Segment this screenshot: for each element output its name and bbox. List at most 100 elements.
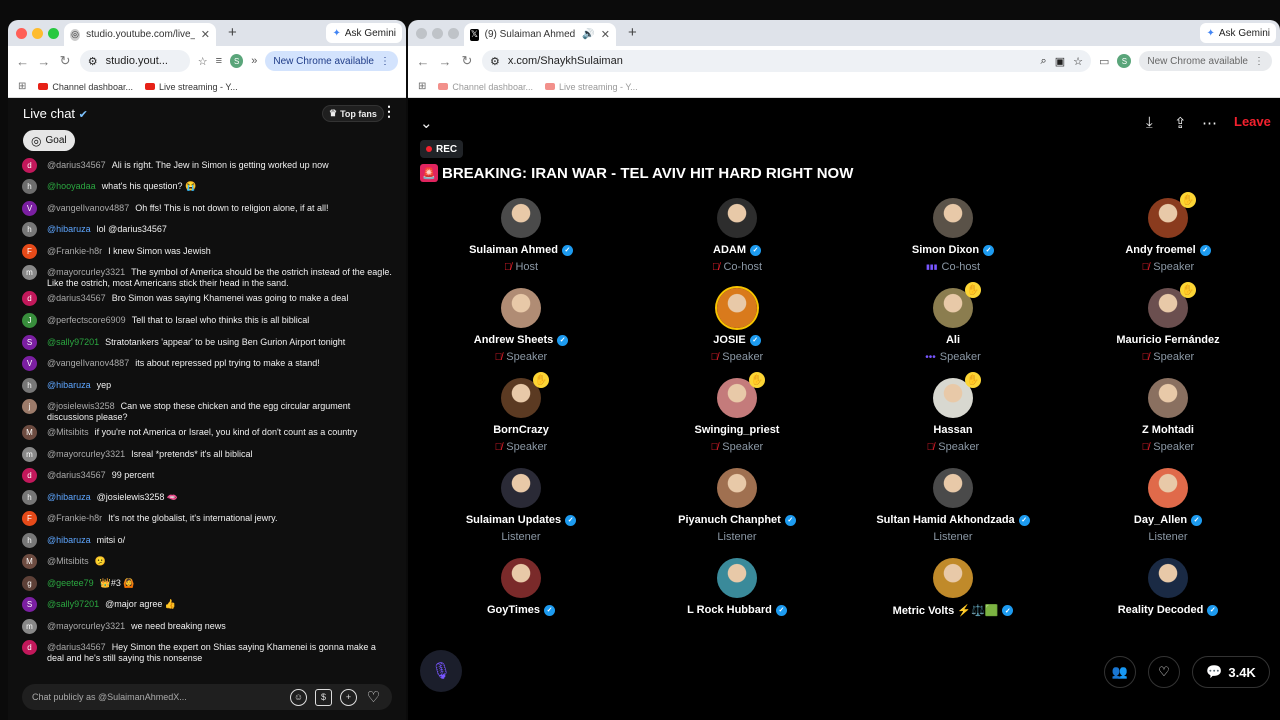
speaker-icon[interactable]: 🔊 [582,29,594,40]
avatar[interactable]: h [22,533,37,548]
chat-message[interactable]: h @hibaruza mitsi o/ [22,533,392,548]
avatar[interactable]: V [22,356,37,371]
participant[interactable]: Metric Volts ⚡⚖️🟩 ✓ [853,558,1053,617]
address-bar[interactable]: ⚙ studio.yout... [79,50,190,72]
participant-avatar[interactable] [501,198,541,238]
participant[interactable]: ✋ Mauricio Fernández 🎙̸ Speaker [1068,282,1268,363]
chat-message[interactable]: m @mayorcurley3321 we need breaking news [22,619,392,634]
participant[interactable]: Sulaiman Updates ✓ Listener [421,468,621,543]
participant[interactable]: ✋ Hassan 🎙̸ Speaker [853,372,1053,453]
avatar[interactable]: J [22,313,37,328]
chat-message[interactable]: h @hibaruza @josielewis3258 🫦 [22,490,392,505]
minimize-space-icon[interactable]: ⤓ [1146,114,1153,131]
chat-message[interactable]: S @sally97201 @major agree 👍 [22,597,392,612]
chat-author[interactable]: @darius34567 [47,642,106,652]
new-chrome-available-button[interactable]: New Chrome available ⋮ [1139,51,1272,71]
top-fans-button[interactable]: ♛ Top fans [322,105,384,122]
chat-author[interactable]: @Frankie-h8r [47,513,102,523]
participant-avatar[interactable]: ✋ [717,372,765,418]
close-window-icon[interactable] [416,28,427,39]
chat-author[interactable]: @mayorcurley3321 [47,449,125,459]
address-bar[interactable]: ⚙ x.com/ShaykhSulaiman ⌕ ▣ ☆ [482,50,1091,72]
avatar[interactable]: d [22,468,37,483]
emoji-icon[interactable]: ☺ [290,688,307,706]
chat-author[interactable]: @hibaruza [47,535,91,545]
participant-avatar[interactable] [501,558,541,598]
chat-message[interactable]: J @perfectscore6909 Tell that to Israel wh… [22,313,392,328]
apps-grid-icon[interactable]: ⊞ [418,81,426,92]
chat-message-list[interactable]: d @darius34567 Ali is right. The Jew in Si… [8,155,406,675]
goal-chip[interactable]: ◎ Goal [23,130,75,151]
avatar[interactable]: M [22,554,37,569]
chat-author[interactable]: @josielewis3258 [47,401,115,411]
browser-tab[interactable]: 𝕏 (9) Sulaiman Ahmed (@Sh... 🔊 ✕ [464,23,616,46]
browser-tab[interactable]: ◎ studio.youtube.com/live_chat ✕ [64,23,216,46]
chat-message[interactable]: F @Frankie-h8r I knew Simon was Jewish [22,244,392,259]
participant[interactable]: ✋ Andy froemel ✓ 🎙̸ Speaker [1068,192,1268,273]
bookmark-channel-dashboard[interactable]: Channel dashboar... [438,82,533,92]
new-tab-icon[interactable]: + [628,24,637,41]
participant-avatar[interactable] [1148,378,1188,418]
participant[interactable]: Andrew Sheets ✓ 🎙̸ Speaker [421,288,621,363]
chat-input-field[interactable]: Chat publicly as @SulaimanAhmedX... ☺ $ … [22,684,392,710]
chat-message[interactable]: m @mayorcurley3321 Isreal *pretends* it's … [22,447,392,462]
more-options-icon[interactable]: ⋯ [1202,114,1217,132]
chat-author[interactable]: @darius34567 [47,160,106,170]
avatar[interactable]: S [22,597,37,612]
participant-avatar[interactable] [717,558,757,598]
bookmark-live-streaming[interactable]: Live streaming - Y... [144,82,238,92]
chat-author[interactable]: @hibaruza [47,492,91,502]
participant[interactable]: ✋ Swinging_priest 🎙̸ Speaker [637,372,837,453]
reactions-button[interactable]: ♡ [1148,656,1180,688]
new-tab-icon[interactable]: + [228,24,237,41]
avatar[interactable]: d [22,291,37,306]
close-tab-icon[interactable]: ✕ [201,28,210,41]
media-controls-icon[interactable]: ≡ [216,55,222,67]
avatar[interactable]: F [22,244,37,259]
avatar[interactable]: m [22,619,37,634]
participant[interactable]: L Rock Hubbard ✓ [637,558,837,616]
ask-gemini-button[interactable]: ✦ Ask Gemini [326,23,402,43]
heart-icon[interactable]: ♡ [365,689,382,706]
participant[interactable]: Reality Decoded ✓ [1068,558,1268,616]
participant[interactable]: Sultan Hamid Akhondzada ✓ Listener [853,468,1053,543]
participant[interactable]: JOSIE ✓ 🎙̸ Speaker [637,288,837,363]
chat-author[interactable]: @hibaruza [47,380,91,390]
bookmark-channel-dashboard[interactable]: Channel dashboar... [38,82,133,92]
chat-message[interactable]: M @Mitsibits if you're not America or Isra… [22,425,392,440]
chat-message[interactable]: h @hooyadaa what's his question? 😭 [22,179,392,194]
participant[interactable]: Day_Allen ✓ Listener [1068,468,1268,543]
site-info-icon[interactable]: ⚙ [88,55,98,68]
chat-author[interactable]: @hooyadaa [47,181,96,191]
chat-menu-kebab-icon[interactable]: ⋮ [382,103,396,120]
extensions-overflow-icon[interactable]: » [251,55,257,67]
chat-message[interactable]: h @hibaruza yep [22,378,392,393]
chat-author[interactable]: @vangelIvanov4887 [47,203,129,213]
chat-author[interactable]: @Frankie-h8r [47,246,102,256]
avatar[interactable]: h [22,490,37,505]
chat-message[interactable]: g @geetee79 👑#3 🙆 [22,576,392,591]
participant-avatar[interactable] [1148,468,1188,508]
avatar[interactable]: h [22,378,37,393]
participant[interactable]: ADAM ✓ 🎙̸ Co-host [637,198,837,273]
participant[interactable]: Z Mohtadi 🎙̸ Speaker [1068,378,1268,453]
chat-author[interactable]: @sally97201 [47,337,99,347]
close-tab-icon[interactable]: ✕ [601,28,610,41]
profile-avatar[interactable]: S [230,54,244,68]
profile-avatar[interactable]: S [1117,54,1132,68]
side-panel-icon[interactable]: ▭ [1099,55,1109,68]
participant[interactable]: ✋ Ali ••• Speaker [853,282,1053,363]
leave-button[interactable]: Leave [1234,114,1271,129]
participant[interactable]: Simon Dixon ✓ ▮▮▮ Co-host [853,198,1053,273]
avatar[interactable]: m [22,265,37,280]
chat-author[interactable]: @geetee79 [47,578,94,588]
ask-gemini-button[interactable]: ✦ Ask Gemini [1200,23,1276,43]
chat-author[interactable]: @vangelIvanov4887 [47,358,129,368]
chat-message[interactable]: M @Mitsibits 🫤 [22,554,392,569]
maximize-window-icon[interactable] [448,28,459,39]
chat-author[interactable]: @perfectscore6909 [47,315,126,325]
chat-message[interactable]: V @vangelIvanov4887 its about repressed pp… [22,356,392,371]
cast-icon[interactable]: ▣ [1055,55,1065,68]
close-window-icon[interactable] [16,28,27,39]
chat-author[interactable]: @sally97201 [47,599,99,609]
